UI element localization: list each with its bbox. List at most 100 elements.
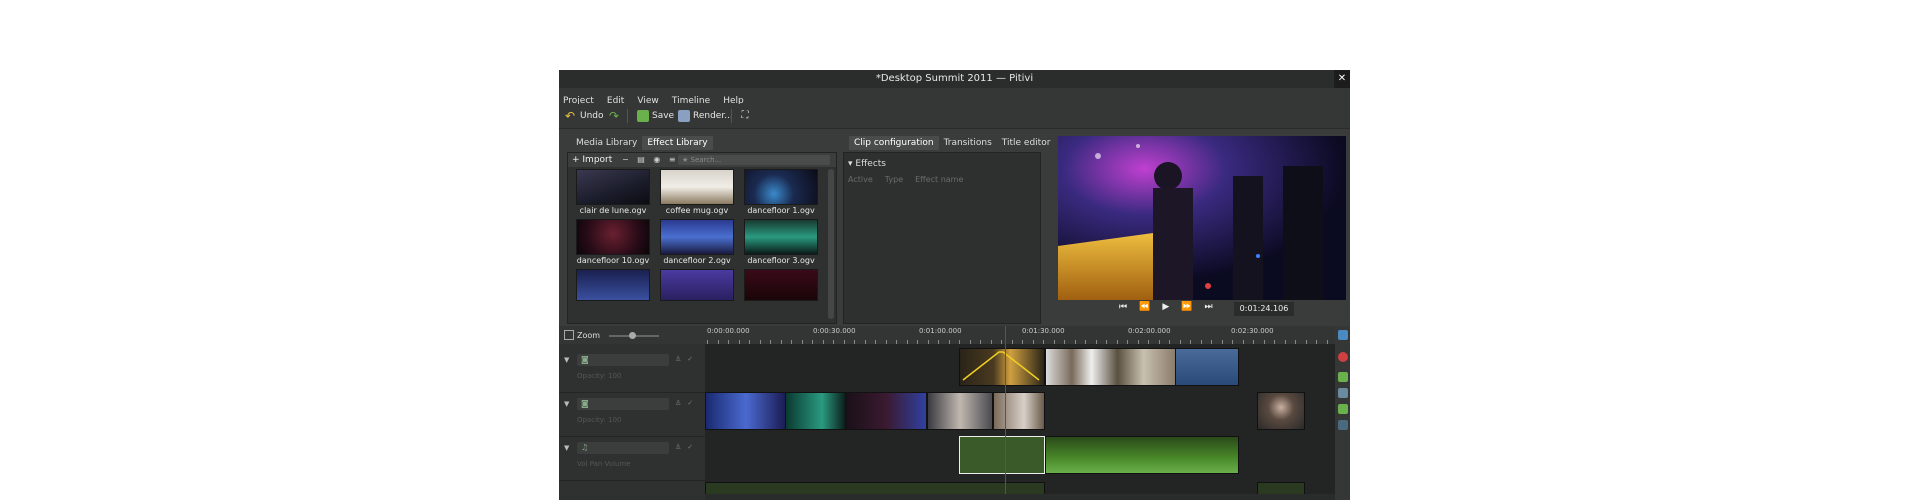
video-clip[interactable]: [993, 392, 1045, 430]
undo-icon: ↶: [565, 109, 576, 123]
redo-icon: ↷: [609, 109, 620, 123]
fullscreen-icon: ⛶: [741, 110, 749, 121]
ruler-label: 0:02:30.000: [1231, 327, 1274, 335]
track-opacity: Opacity: 100: [577, 416, 622, 424]
video-track-icon: ◙: [581, 355, 589, 364]
window-title: *Desktop Summit 2011 — Pitivi: [875, 73, 1034, 84]
save-button[interactable]: Save: [637, 108, 674, 124]
ruler-label: 0:00:30.000: [813, 327, 856, 335]
track-toggles[interactable]: ♙✓: [675, 443, 699, 451]
audio-clip[interactable]: [1045, 436, 1239, 474]
redo-button[interactable]: ↷: [609, 108, 621, 124]
track-name: [577, 398, 669, 410]
track-toggles[interactable]: ♙✓: [675, 355, 699, 363]
track-header-video-2: ▼ ◙ ♙✓ Opacity: 100: [559, 394, 705, 437]
track-volume: Vol Pan Volume: [577, 460, 631, 468]
clip-thumbnail[interactable]: [744, 169, 818, 205]
video-clip[interactable]: [705, 392, 787, 430]
column-type: Type: [884, 175, 904, 184]
effects-expander[interactable]: ▾ Effects: [848, 159, 886, 169]
viewer-frame: [1058, 136, 1346, 300]
left-tabs: Media Library Effect Library: [571, 136, 713, 150]
track-header-audio: ▼ ♫ ♙✓ Vol Pan Volume: [559, 438, 705, 481]
column-active: Active: [848, 175, 873, 184]
config-tabs: Clip configuration Transitions Title edi…: [849, 136, 1055, 150]
timeline-scrollbar[interactable]: [705, 494, 1335, 500]
ruler-label: 0:00:00.000: [707, 327, 750, 335]
clip-label: dancefloor 10.ogv: [576, 256, 650, 265]
tab-effect-library[interactable]: Effect Library: [642, 136, 713, 150]
title-bar: *Desktop Summit 2011 — Pitivi ✕: [559, 70, 1350, 88]
pitivi-window: *Desktop Summit 2011 — Pitivi ✕ Project …: [559, 70, 1350, 500]
video-clip[interactable]: [1045, 348, 1177, 386]
timeline-tracks[interactable]: [705, 344, 1335, 500]
video-clip[interactable]: [845, 392, 927, 430]
video-track-icon: ◙: [581, 399, 589, 408]
ruler-label: 0:01:30.000: [1022, 327, 1065, 335]
audio-track-icon: ♫: [581, 443, 589, 452]
clip-thumbnail[interactable]: [744, 219, 818, 255]
delete-icon[interactable]: [1338, 352, 1348, 362]
zoom-slider-handle[interactable]: [629, 332, 636, 339]
timeline-side-toolbar: [1335, 326, 1350, 500]
render-button[interactable]: Render...: [678, 108, 733, 124]
clip-thumbnail[interactable]: [576, 169, 650, 205]
video-clip[interactable]: [927, 392, 993, 430]
timecode-display: 0:01:24.106: [1234, 302, 1294, 316]
undo-label: Undo: [580, 111, 604, 121]
main-toolbar: ↶ Undo ↷ Save Render... ⛶: [559, 104, 1350, 129]
media-search-input[interactable]: ★ Search...: [678, 155, 830, 165]
transition-marker[interactable]: [959, 348, 1043, 384]
collapse-icon[interactable]: ▼: [564, 400, 569, 408]
collapse-icon[interactable]: ▼: [564, 356, 569, 364]
ungroup-icon[interactable]: [1338, 388, 1348, 398]
play-icon[interactable]: ▶: [1162, 302, 1169, 312]
zoom-label: Zoom: [577, 330, 601, 340]
group-icon[interactable]: [1338, 372, 1348, 382]
timeline-ruler[interactable]: 0:00:00.000 0:00:30.000 0:01:00.000 0:01…: [559, 326, 1335, 344]
fast-forward-icon[interactable]: ⏩: [1181, 302, 1192, 312]
media-search-placeholder: Search...: [690, 156, 722, 164]
audio-clip[interactable]: [959, 436, 1045, 474]
fullscreen-button[interactable]: ⛶: [739, 108, 751, 124]
clip-thumbnail[interactable]: [660, 219, 734, 255]
clip-label: coffee mug.ogv: [665, 206, 729, 215]
clip-label: dancefloor 3.ogv: [747, 256, 815, 265]
keyframe-icon[interactable]: [1338, 420, 1348, 430]
save-icon: [637, 110, 649, 122]
clip-thumbnail[interactable]: [576, 269, 650, 301]
skip-start-icon[interactable]: ⏮: [1119, 302, 1127, 312]
clip-thumbnail[interactable]: [660, 269, 734, 301]
clip-thumbnail[interactable]: [744, 269, 818, 301]
rewind-icon[interactable]: ⏪: [1139, 302, 1150, 312]
media-library-scrollbar[interactable]: [828, 169, 834, 319]
column-effect-name: Effect name: [915, 175, 964, 184]
tab-title-editor[interactable]: Title editor: [997, 136, 1056, 150]
track-headers: ▼ ◙ ♙✓ Opacity: 100 ▼ ◙ ♙✓ Opacity: 100 …: [559, 344, 705, 500]
playhead[interactable]: [1005, 326, 1006, 500]
video-clip[interactable]: [1257, 392, 1305, 430]
close-icon[interactable]: ✕: [1334, 70, 1350, 88]
render-label: Render...: [693, 111, 733, 121]
clip-thumbnail[interactable]: [660, 169, 734, 205]
split-icon[interactable]: [1338, 330, 1348, 340]
tab-transitions[interactable]: Transitions: [939, 136, 997, 150]
align-icon[interactable]: [1338, 404, 1348, 414]
zoom-control: Zoom: [564, 330, 600, 340]
clip-configuration-panel: ▾ Effects Active Type Effect name: [843, 152, 1041, 324]
skip-end-icon[interactable]: ⏭: [1204, 302, 1212, 312]
effects-columns: Active Type Effect name: [848, 175, 963, 184]
collapse-icon[interactable]: ▼: [564, 444, 569, 452]
media-tools-icons[interactable]: − ▤ ◉ ≡: [622, 154, 679, 166]
clip-thumbnail[interactable]: [576, 219, 650, 255]
video-clip[interactable]: [1175, 348, 1239, 386]
tab-media-library[interactable]: Media Library: [571, 136, 642, 150]
zoom-icon[interactable]: [564, 330, 574, 340]
import-button[interactable]: + Import: [572, 153, 612, 167]
undo-button[interactable]: ↶ Undo: [565, 108, 604, 124]
tab-clip-configuration[interactable]: Clip configuration: [849, 136, 939, 150]
clip-grid: clair de lune.ogv coffee mug.ogv dancefl…: [572, 169, 822, 323]
video-clip[interactable]: [785, 392, 847, 430]
track-toggles[interactable]: ♙✓: [675, 399, 699, 407]
toolbar-separator: [627, 109, 628, 123]
